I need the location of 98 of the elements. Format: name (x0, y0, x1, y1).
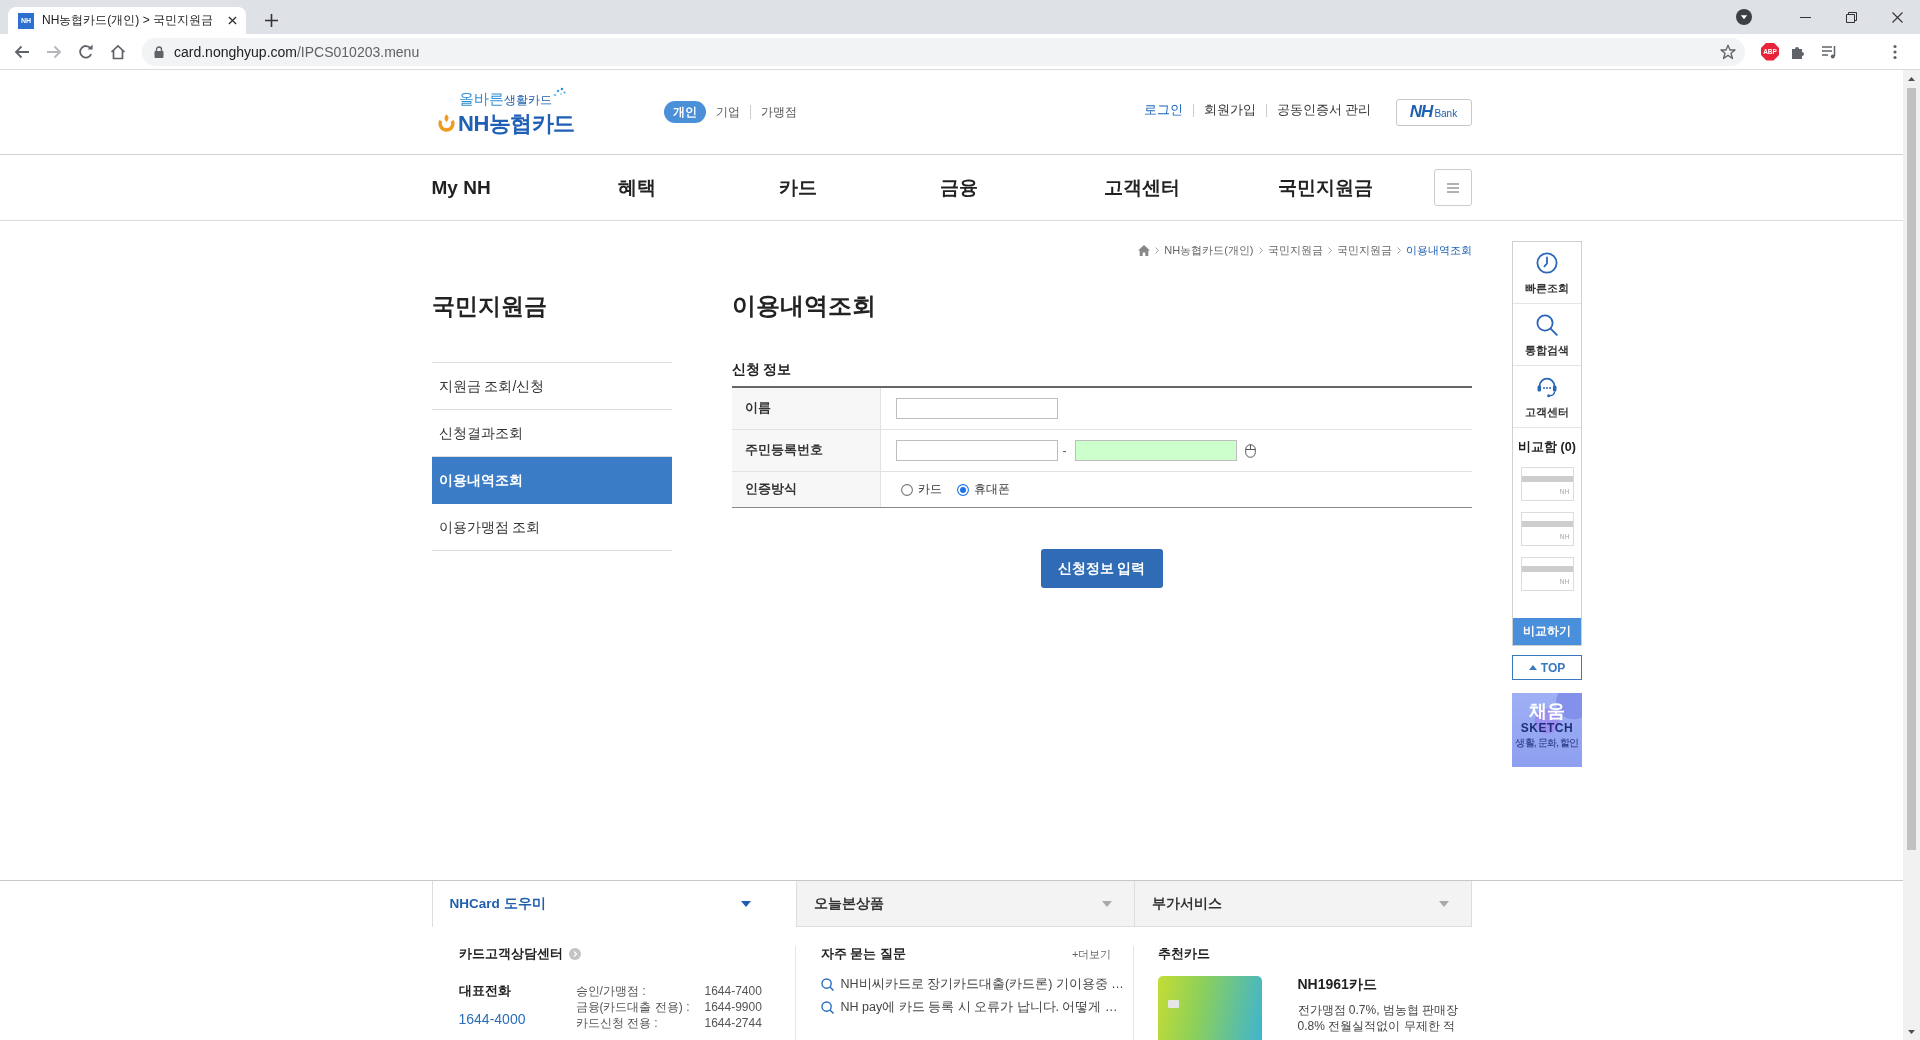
header-link[interactable]: 회원가입 (1193, 103, 1266, 117)
bank-button[interactable]: NHBank (1395, 98, 1472, 126)
recommend-title: 추천카드 (1157, 946, 1211, 962)
sidebar-item[interactable]: 이용내역조회 (431, 457, 672, 504)
nav-item[interactable]: 금융 (939, 174, 978, 201)
banner-subtitle: SKETCH (1520, 721, 1574, 736)
back-icon[interactable] (14, 43, 30, 60)
breadcrumb-link[interactable]: NH농협카드(개인) (1164, 242, 1254, 258)
close-icon[interactable] (1891, 11, 1903, 23)
card-name[interactable]: NH1961카드 (1297, 976, 1459, 992)
phone-label: 대표전화 (458, 983, 512, 999)
phone-line-label: 카드신청 전용 : (575, 1015, 659, 1031)
sidebar-title: 국민지원금 (431, 292, 548, 321)
phone-number: 1644-4000 (458, 1011, 527, 1027)
radio-button[interactable] (900, 483, 913, 496)
input-field[interactable] (895, 440, 1058, 461)
submit-button[interactable]: 신청정보 입력 (1040, 549, 1163, 588)
footer-tab[interactable]: 오늘본상품 (795, 881, 1134, 927)
logo-wordmark: NH농협카드 (458, 109, 575, 138)
plus-icon[interactable] (265, 14, 278, 27)
promo-banner[interactable]: 채움 SKETCH 생활, 문화, 할인 (1512, 693, 1582, 767)
breadcrumb-link[interactable]: 이용내역조회 (1405, 242, 1472, 258)
chevron-icon (1327, 246, 1332, 254)
search-icon (820, 1000, 834, 1014)
banner-caption: 생활, 문화, 할인 (1515, 736, 1579, 749)
search-icon (820, 977, 834, 991)
page-title: 이용내역조회 (731, 291, 877, 321)
scrollbar[interactable] (1903, 70, 1920, 1040)
logo-tagline: 올바른생활카드 (459, 89, 552, 109)
header-link[interactable]: 로그인 (1134, 103, 1193, 117)
nav-item[interactable]: 카드 (778, 174, 817, 201)
caret-icon (1101, 900, 1112, 907)
radio-label[interactable]: 휴대폰 (973, 481, 1010, 498)
segment-tab[interactable]: 기업 (705, 105, 750, 119)
phone-line-number: 1644-9900 (704, 999, 762, 1015)
lock-icon[interactable] (154, 45, 164, 58)
home-icon[interactable] (1138, 244, 1151, 256)
home-icon[interactable] (110, 43, 126, 60)
dropdown-circle-icon[interactable] (1736, 9, 1752, 25)
address-bar[interactable]: card.nonghyup.com/IPCS010203.menu (142, 37, 1745, 66)
radio-label[interactable]: 카드 (917, 481, 942, 498)
breadcrumb-link[interactable]: 국민지원금 (1267, 242, 1323, 258)
chevron-icon (1155, 246, 1160, 254)
card-description: 0.8% 전월실적없이 무제한 적 (1297, 1018, 1456, 1034)
quick-menu-item[interactable]: 빠른조회 (1513, 242, 1581, 304)
nav-item[interactable]: 혜택 (617, 174, 656, 201)
phone-line-label: 금융(카드대출 전용) : (575, 999, 691, 1015)
phone-line-number: 1644-2744 (704, 1015, 762, 1031)
arrow-up-icon[interactable] (1908, 76, 1915, 81)
input-field[interactable] (895, 398, 1058, 419)
faq-title: 자주 묻는 질문 (820, 946, 906, 962)
separator-text: - (1062, 443, 1067, 458)
caret-icon (1438, 900, 1449, 907)
banner-title: 채움 (1529, 701, 1565, 721)
header-link[interactable]: 공동인증서 관리 (1266, 103, 1382, 117)
sidebar-item[interactable]: 지원금 조회/신청 (431, 363, 672, 410)
star-icon[interactable] (1720, 43, 1736, 60)
search-icon (1536, 314, 1558, 336)
mouse-icon[interactable] (1244, 443, 1256, 458)
triangle-up-icon (1528, 665, 1537, 670)
arrow-down-icon[interactable] (1908, 1029, 1915, 1034)
field-label: 주민등록번호 (731, 430, 881, 471)
field-label: 이름 (731, 388, 881, 429)
phone-line-number: 1644-7400 (704, 983, 762, 999)
segment-tab[interactable]: 가맹점 (749, 105, 807, 119)
playlist-icon[interactable] (1821, 43, 1837, 60)
clock-icon (1536, 252, 1558, 274)
hamburger-icon (1446, 182, 1459, 193)
nav-item[interactable]: 고객센터 (1103, 174, 1180, 201)
more-link[interactable]: +더보기 (1072, 946, 1112, 962)
phone-line-label: 승인/가맹점 : (575, 983, 647, 999)
faq-link[interactable]: NH pay에 카드 등록 시 오류가 납니다. 어떻게 … (820, 998, 1133, 1016)
top-button[interactable]: TOP (1512, 655, 1582, 680)
helpdesk-title: 카드고객상담센터 (458, 946, 563, 962)
faq-link[interactable]: NH비씨카드로 장기카드대출(카드론) 기이용중 … (820, 975, 1133, 993)
sparkle-icon (552, 86, 566, 99)
section-title: 신청 정보 (731, 361, 793, 379)
nav-item[interactable]: 국민지원금 (1277, 174, 1373, 201)
radio-button[interactable] (956, 483, 969, 496)
field-label: 인증방식 (731, 472, 881, 507)
quick-menu-item[interactable]: 고객센터 (1513, 366, 1581, 428)
scrollbar-thumb[interactable] (1907, 88, 1916, 850)
headset-icon (1536, 376, 1558, 398)
emblem-icon (438, 114, 456, 133)
sidebar-item[interactable]: 이용가맹점 조회 (431, 504, 672, 551)
compare-title: 비교함 (0) (1517, 439, 1577, 456)
nav-item[interactable]: My NH (431, 176, 491, 199)
chevron-icon (1396, 246, 1401, 254)
breadcrumb-link[interactable]: 국민지원금 (1336, 242, 1392, 258)
restore-icon[interactable] (1845, 11, 1857, 23)
quick-menu-item[interactable]: 통합검색 (1513, 304, 1581, 366)
card-description: 전가맹점 0.7%, 범농협 판매장 (1297, 1002, 1459, 1018)
caret-icon (740, 900, 751, 907)
close-icon[interactable] (228, 16, 237, 25)
reload-icon[interactable] (78, 43, 94, 60)
input-field[interactable] (1074, 440, 1237, 461)
chevron-icon (1258, 246, 1263, 254)
footer-tab[interactable]: 부가서비스 (1133, 881, 1471, 927)
